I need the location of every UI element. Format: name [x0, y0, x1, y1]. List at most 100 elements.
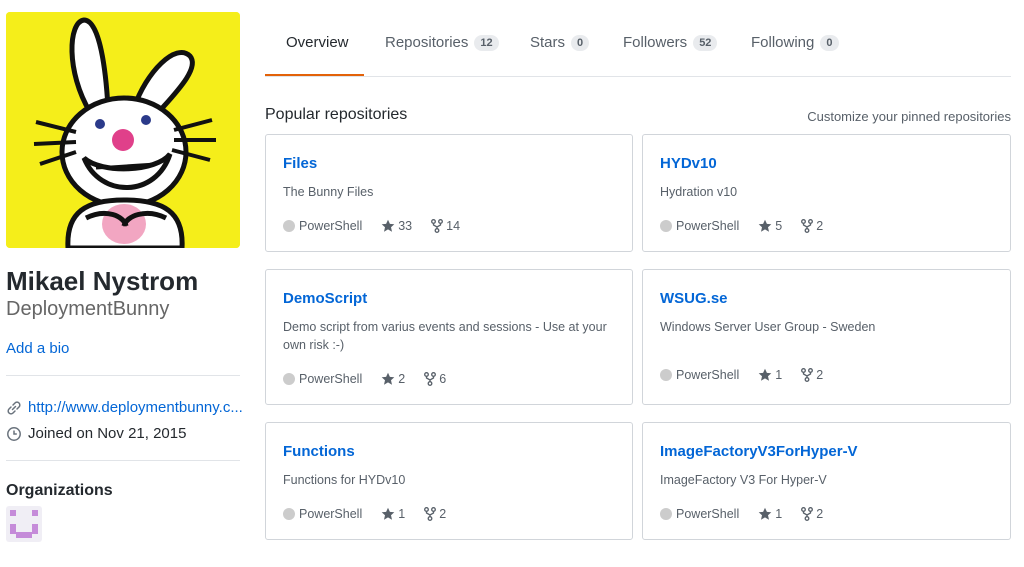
repo-forks[interactable]: 6: [424, 372, 446, 386]
tab-repositories[interactable]: Repositories 12: [385, 34, 499, 51]
repo-forks[interactable]: 2: [801, 368, 823, 382]
divider: [6, 460, 240, 461]
clock-icon: [6, 426, 22, 442]
fork-count: 6: [439, 372, 447, 386]
tab-label: Followers: [623, 34, 688, 51]
repo-stars[interactable]: 33: [381, 219, 412, 233]
repo-description: Functions for HYDv10: [283, 473, 406, 487]
profile-fullname: Mikael Nystrom: [6, 266, 199, 296]
repo-meta: PowerShell 1 2: [660, 507, 823, 521]
customize-pinned-link[interactable]: Customize your pinned repositories: [807, 109, 1011, 124]
repo-meta: PowerShell 33 14: [283, 219, 460, 233]
repo-language: PowerShell: [676, 507, 740, 521]
fork-count: 2: [816, 368, 824, 382]
repo-card: WSUG.se Windows Server User Group - Swed…: [642, 269, 1011, 405]
followers-count-badge: 52: [693, 34, 718, 51]
profile-avatar[interactable]: [6, 12, 240, 248]
add-bio-link[interactable]: Add a bio: [6, 340, 69, 357]
language-color-dot: [283, 220, 295, 232]
fork-icon: [424, 507, 437, 521]
star-icon: [381, 219, 395, 232]
popular-repositories-heading: Popular repositories: [265, 106, 408, 123]
language-color-dot: [283, 373, 295, 385]
following-count-badge: 0: [820, 34, 839, 51]
star-count: 5: [775, 219, 783, 233]
repo-language: PowerShell: [299, 507, 363, 521]
repo-forks[interactable]: 2: [801, 507, 823, 521]
repo-description: ImageFactory V3 For Hyper-V: [660, 473, 827, 487]
repo-language: PowerShell: [299, 219, 363, 233]
repo-card: HYDv10 Hydration v10 PowerShell 5 2: [642, 134, 1011, 252]
fork-icon: [801, 507, 814, 521]
tab-overview[interactable]: Overview: [286, 34, 349, 51]
repo-stars[interactable]: 5: [758, 219, 782, 233]
star-icon: [758, 219, 772, 232]
language-color-dot: [660, 508, 672, 520]
tab-following[interactable]: Following 0: [751, 34, 839, 51]
repo-meta: PowerShell 1 2: [660, 368, 823, 382]
star-count: 1: [775, 368, 783, 382]
repo-card: Files The Bunny Files PowerShell 33 14: [265, 134, 633, 252]
repo-description: Hydration v10: [660, 185, 738, 199]
tab-label: Overview: [286, 34, 349, 51]
repo-card: Functions Functions for HYDv10 PowerShel…: [265, 422, 633, 540]
stars-count-badge: 0: [571, 34, 590, 51]
repo-description: Windows Server User Group - Sweden: [660, 320, 876, 334]
tab-label: Repositories: [385, 34, 469, 51]
website-link[interactable]: http://www.deploymentbunny.c...: [28, 399, 243, 416]
repo-description: The Bunny Files: [283, 185, 374, 199]
repo-forks[interactable]: 14: [431, 219, 460, 233]
tabs-divider: [265, 76, 1011, 77]
fork-icon: [424, 372, 437, 386]
fork-icon: [801, 368, 814, 382]
repo-stars[interactable]: 1: [381, 507, 405, 521]
link-icon: [6, 400, 22, 416]
profile-tabs: Overview Repositories 12 Stars 0 Followe…: [265, 0, 1011, 77]
org-identicon-icon: [10, 510, 38, 538]
repo-name-link[interactable]: HYDv10: [660, 155, 717, 172]
repo-stars[interactable]: 1: [758, 507, 782, 521]
star-count: 2: [398, 372, 406, 386]
fork-count: 2: [439, 507, 447, 521]
repo-name-link[interactable]: Functions: [283, 443, 355, 460]
repo-stars[interactable]: 2: [381, 372, 405, 386]
fork-count: 2: [816, 507, 824, 521]
language-color-dot: [283, 508, 295, 520]
tab-stars[interactable]: Stars 0: [530, 34, 590, 51]
profile-joined: Joined on Nov 21, 2015: [6, 425, 186, 442]
star-icon: [758, 507, 772, 520]
tab-label: Stars: [530, 34, 566, 51]
fork-count: 14: [446, 219, 461, 233]
repo-language: PowerShell: [299, 372, 363, 386]
repositories-count-badge: 12: [474, 34, 499, 51]
fork-icon: [801, 219, 814, 233]
tab-followers[interactable]: Followers 52: [623, 34, 718, 51]
star-count: 1: [398, 507, 406, 521]
organizations-heading: Organizations: [6, 482, 113, 499]
repo-description: Demo script from varius events and sessi…: [283, 320, 607, 352]
repo-card: ImageFactoryV3ForHyper-V ImageFactory V3…: [642, 422, 1011, 540]
repo-card: DemoScript Demo script from varius event…: [265, 269, 633, 405]
language-color-dot: [660, 369, 672, 381]
repo-meta: PowerShell 5 2: [660, 219, 823, 233]
profile-website: http://www.deploymentbunny.c...: [6, 399, 243, 416]
star-count: 33: [398, 219, 413, 233]
repo-stars[interactable]: 1: [758, 368, 782, 382]
profile-username: DeploymentBunny: [6, 298, 170, 320]
repo-name-link[interactable]: DemoScript: [283, 290, 367, 307]
divider: [6, 375, 240, 376]
repo-name-link[interactable]: Files: [283, 155, 317, 172]
repo-name-link[interactable]: ImageFactoryV3ForHyper-V: [660, 443, 858, 460]
repo-meta: PowerShell 1 2: [283, 507, 446, 521]
repo-forks[interactable]: 2: [424, 507, 446, 521]
repo-language: PowerShell: [676, 219, 740, 233]
star-icon: [381, 507, 395, 520]
repo-forks[interactable]: 2: [801, 219, 823, 233]
joined-date: Joined on Nov 21, 2015: [28, 425, 187, 442]
repo-name-link[interactable]: WSUG.se: [660, 290, 728, 307]
fork-icon: [431, 219, 444, 233]
tab-label: Following: [751, 34, 815, 51]
star-icon: [381, 372, 395, 385]
organization-avatar[interactable]: [6, 506, 42, 542]
fork-count: 2: [816, 219, 824, 233]
